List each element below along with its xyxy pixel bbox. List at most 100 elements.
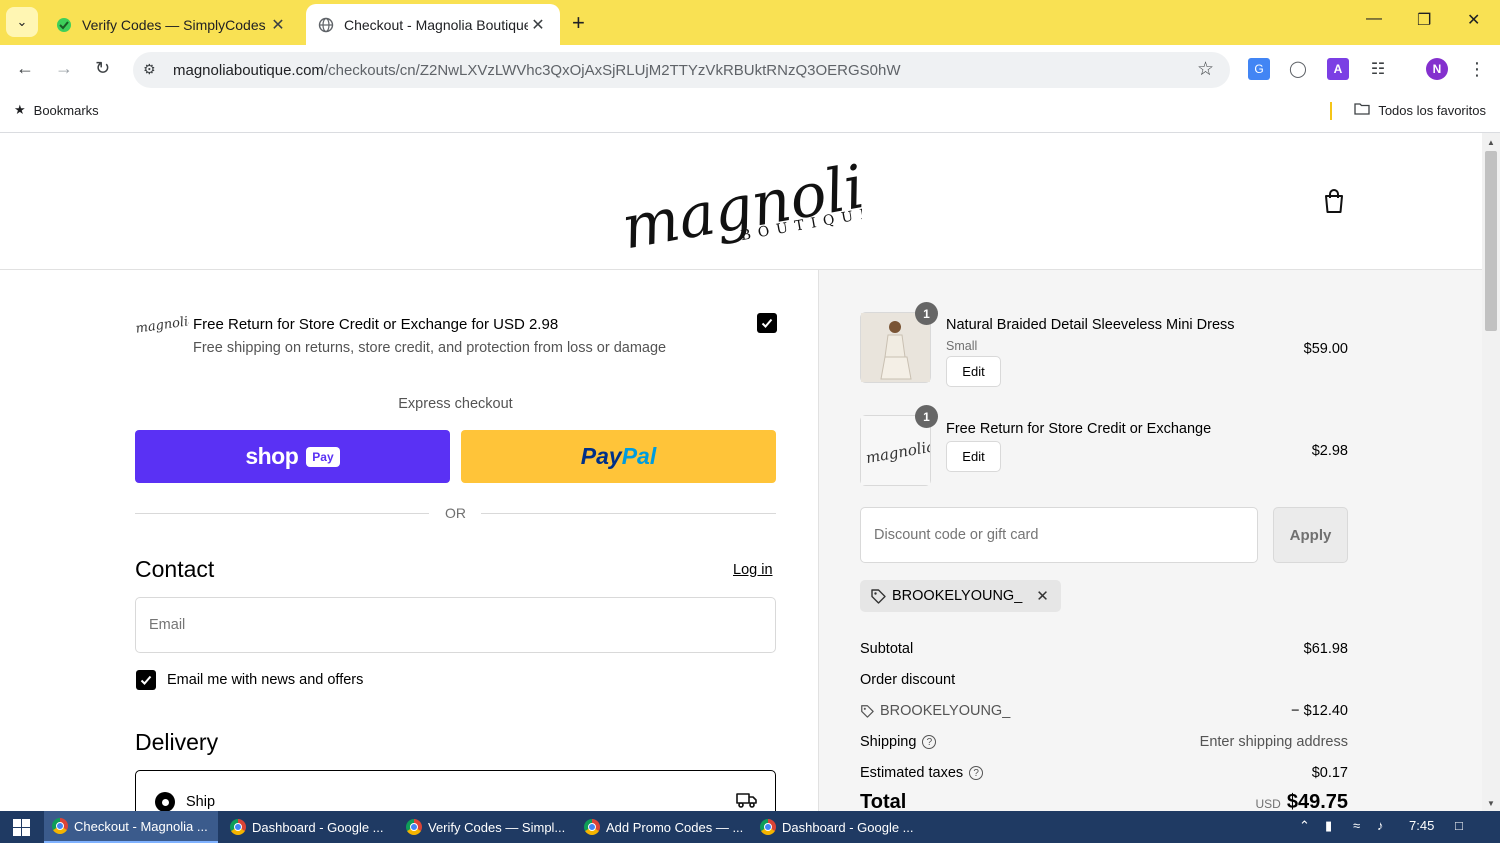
item-name: Free Return for Store Credit or Exchange — [946, 421, 1212, 437]
bookmark-star-icon[interactable]: ☆ — [1197, 58, 1214, 81]
taxes-label: Estimated taxes ? — [860, 765, 984, 781]
bookmarks-bar: ★ Bookmarks Todos los favoritos — [0, 95, 1500, 133]
browser-toolbar: ← → ↻ ⚙ magnoliaboutique.com/checkouts/c… — [0, 45, 1500, 95]
extensions-puzzle-icon[interactable]: ☷ — [1367, 58, 1389, 80]
svg-text:magnolia: magnolia — [135, 313, 189, 333]
all-bookmarks-button[interactable]: Todos los favoritos — [1354, 102, 1486, 118]
star-icon: ★ — [14, 102, 26, 117]
tab-verify-codes[interactable]: Verify Codes — SimplyCodes ✕ — [44, 4, 300, 45]
item-price: $2.98 — [1311, 443, 1348, 459]
shopping-bag-icon[interactable] — [1322, 188, 1346, 214]
total-row: Total USD $49.75 — [860, 791, 1348, 811]
paypal-button[interactable]: Pay Pal — [461, 430, 776, 483]
shipping-label-text: Shipping — [860, 734, 917, 750]
tab-title: Checkout - Magnolia Boutique — [344, 16, 528, 33]
taskbar-item-label: Dashboard - Google ... — [252, 819, 384, 835]
volume-icon[interactable]: ♪ — [1377, 818, 1384, 833]
scroll-down-arrow-icon[interactable]: ▼ — [1487, 799, 1495, 808]
translate-extension-icon[interactable]: G — [1248, 58, 1270, 80]
edit-item-button[interactable]: Edit — [946, 441, 1001, 472]
item-variant: Small — [946, 339, 978, 353]
new-tab-icon[interactable]: + — [572, 10, 585, 36]
a-extension-icon[interactable]: A — [1327, 58, 1349, 80]
chrome-icon — [584, 819, 600, 835]
close-tab-icon[interactable]: ✕ — [528, 15, 548, 35]
taskbar-item[interactable]: Verify Codes — Simpl... — [398, 811, 570, 843]
url-text[interactable]: magnoliaboutique.com/checkouts/cn/Z2NwLX… — [173, 62, 900, 79]
close-tab-icon[interactable]: ✕ — [268, 15, 288, 35]
edit-item-button[interactable]: Edit — [946, 356, 1001, 387]
page-scrollbar[interactable]: ▲ ▼ — [1482, 133, 1500, 811]
log-in-link[interactable]: Log in — [733, 562, 773, 578]
profile-avatar[interactable]: N — [1426, 58, 1448, 80]
tray-chevron-up-icon[interactable]: ⌃ — [1299, 818, 1310, 834]
help-icon[interactable]: ? — [969, 766, 984, 780]
total-value: $49.75 — [1286, 791, 1348, 811]
more-menu-icon[interactable]: ⋮ — [1466, 58, 1488, 80]
remove-code-icon[interactable]: ✕ — [1036, 587, 1049, 605]
simplycodes-favicon-icon — [56, 17, 72, 33]
discount-value: − $12.40 — [1291, 703, 1348, 719]
notification-icon[interactable]: □ — [1455, 818, 1463, 833]
taskbar-item[interactable]: Add Promo Codes — ... — [576, 811, 748, 843]
paypal-wordmark-pay: Pay — [580, 443, 622, 469]
taskbar-item-label: Checkout - Magnolia ... — [74, 818, 208, 834]
subtotal-label: Subtotal — [860, 641, 914, 657]
ship-radio[interactable] — [155, 792, 175, 811]
taskbar-item[interactable]: Dashboard - Google ... — [222, 811, 392, 843]
windows-start-icon[interactable] — [0, 811, 42, 843]
checkmark-icon — [140, 675, 152, 685]
url-path: /checkouts/cn/Z2NwLXVzLWVhc3QxOjAxSjRLUj… — [323, 62, 901, 79]
back-arrow-icon[interactable]: ← — [16, 58, 34, 79]
bookmarks-label: Bookmarks — [33, 102, 99, 118]
total-currency: USD — [1255, 797, 1281, 811]
forward-arrow-icon[interactable]: → — [55, 58, 73, 79]
shop-pay-wordmark: shop — [245, 443, 299, 469]
discount-code-input[interactable] — [860, 507, 1258, 563]
taskbar-item[interactable]: Dashboard - Google ... — [752, 811, 922, 843]
tab-checkout[interactable]: Checkout - Magnolia Boutique ✕ — [306, 4, 560, 45]
checkout-main-column: magnolia Free Return for Store Credit or… — [0, 270, 818, 811]
item-price: $59.00 — [1303, 341, 1348, 357]
order-summary: 1 Natural Braided Detail Sleeveless Mini… — [818, 270, 1482, 811]
close-window-icon[interactable]: ✕ — [1467, 10, 1480, 30]
discount-code-text: BROOKELYOUNG_ — [880, 703, 1011, 719]
taskbar-item[interactable]: Checkout - Magnolia ... — [44, 811, 218, 843]
globe-favicon-icon — [318, 17, 334, 33]
reload-icon[interactable]: ↻ — [95, 58, 110, 79]
or-divider: OR — [135, 504, 776, 524]
address-bar[interactable]: ⚙ magnoliaboutique.com/checkouts/cn/Z2Nw… — [133, 52, 1230, 88]
scroll-thumb[interactable] — [1485, 151, 1497, 331]
email-input[interactable] — [135, 597, 776, 653]
tag-icon — [861, 705, 874, 718]
help-icon[interactable]: ? — [922, 735, 937, 749]
ship-label: Ship — [186, 794, 216, 810]
paypal-wordmark-pal: Pal — [621, 443, 657, 469]
truck-icon — [736, 793, 757, 808]
delivery-heading: Delivery — [135, 729, 219, 755]
order-discount-label: Order discount — [860, 672, 956, 688]
folder-icon — [1354, 102, 1370, 118]
ship-option[interactable]: Ship — [135, 770, 776, 811]
checkmark-icon — [761, 318, 773, 328]
tab-search-button[interactable]: ⌄ — [6, 7, 38, 37]
news-offers-checkbox[interactable] — [136, 670, 156, 690]
minimize-icon[interactable]: — — [1366, 10, 1382, 28]
discount-code-label: BROOKELYOUNG_ — [860, 703, 1010, 719]
clock-time[interactable]: 7:45 — [1409, 818, 1434, 833]
bookmarks-button[interactable]: ★ Bookmarks — [14, 102, 99, 118]
applied-code-text: BROOKELYOUNG_ — [892, 588, 1023, 604]
product-thumbnail: magnolia 1 — [860, 405, 938, 486]
magnolia-boutique-logo[interactable]: magnolia BOUTIQUE — [617, 146, 905, 264]
scroll-up-arrow-icon[interactable]: ▲ — [1487, 138, 1495, 147]
wifi-icon[interactable]: ≈ — [1353, 818, 1360, 833]
upsell-checkbox[interactable] — [757, 313, 777, 333]
restore-icon[interactable]: ❐ — [1417, 10, 1431, 30]
globe-extension-icon[interactable]: ◯ — [1287, 58, 1309, 80]
site-settings-icon[interactable]: ⚙ — [143, 61, 156, 78]
news-offers-label[interactable]: Email me with news and offers — [167, 672, 363, 688]
apply-discount-button[interactable]: Apply — [1273, 507, 1348, 563]
battery-icon[interactable]: ▮ — [1325, 818, 1332, 834]
shop-pay-button[interactable]: shop Pay — [135, 430, 450, 483]
taskbar-item-label: Verify Codes — Simpl... — [428, 819, 566, 835]
